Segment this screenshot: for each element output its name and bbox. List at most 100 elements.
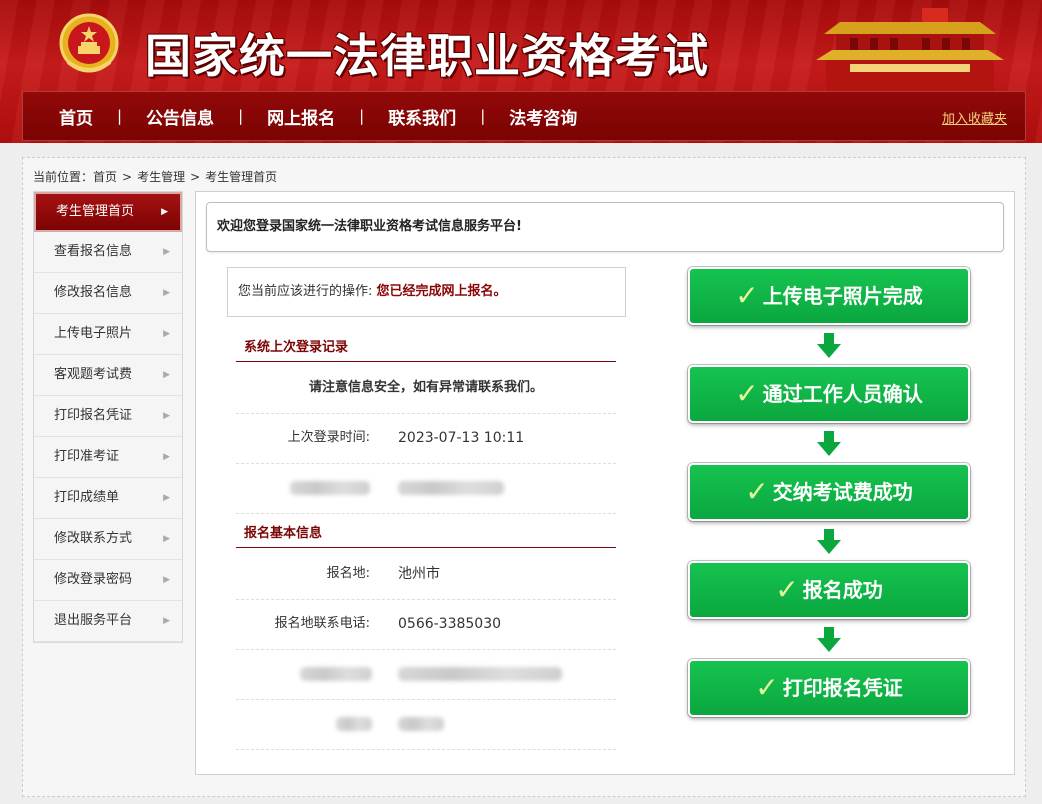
- step-label: 报名成功: [802, 578, 883, 602]
- redacted-value: [398, 717, 444, 731]
- sidebar-item-logout[interactable]: 退出服务平台 ▶: [34, 601, 182, 642]
- arrow-right-icon: ▶: [163, 452, 170, 462]
- down-arrow-icon: [817, 627, 841, 652]
- arrow-right-icon: ▶: [163, 575, 170, 585]
- registration-phone-value: 0566-3385030: [398, 616, 502, 632]
- site-header: 国家统一法律职业资格考试 首页 | 公告信息 | 网上报名 | 联系我们 | 法…: [0, 0, 1042, 143]
- nav-separator: |: [238, 107, 244, 125]
- add-to-favorites-link[interactable]: 加入收藏夹: [942, 108, 1007, 127]
- registration-place-value: 池州市: [398, 566, 440, 582]
- tiananmen-gate-image: [816, 8, 1004, 92]
- sidebar-item-print-registration-voucher[interactable]: 打印报名凭证 ▶: [34, 396, 182, 437]
- nav-announcements[interactable]: 公告信息: [146, 104, 214, 129]
- down-arrow-icon: [817, 529, 841, 554]
- step-photo-uploaded: ✓ 上传电子照片完成: [688, 267, 970, 325]
- breadcrumb-separator: >: [190, 170, 201, 184]
- nav-contact-us[interactable]: 联系我们: [388, 104, 456, 129]
- last-login-row: 上次登录时间: 2023-07-13 10:11: [236, 413, 616, 464]
- last-login-label: 上次登录时间:: [287, 430, 370, 445]
- nav-online-registration[interactable]: 网上报名: [267, 104, 335, 129]
- sidebar-item-change-password[interactable]: 修改登录密码 ▶: [34, 560, 182, 601]
- sidebar-item-label: 退出服务平台: [54, 613, 133, 628]
- registration-place-label: 报名地:: [326, 566, 370, 581]
- current-action-value: 您已经完成网上报名。: [376, 284, 507, 299]
- registration-phone-row: 报名地联系电话: 0566-3385030: [236, 599, 616, 650]
- sidebar-item-label: 打印成绩单: [54, 490, 120, 505]
- breadcrumb-current: 考生管理首页: [205, 170, 278, 184]
- welcome-banner: 欢迎您登录国家统一法律职业资格考试信息服务平台!: [206, 202, 1004, 252]
- redacted-row: [236, 463, 616, 514]
- breadcrumb: 当前位置：首页 > 考生管理 > 考生管理首页: [33, 168, 277, 185]
- sidebar-item-label: 修改报名信息: [54, 285, 133, 300]
- sidebar-item-label: 修改登录密码: [54, 572, 133, 587]
- login-record-section-title: 系统上次登录记录: [236, 336, 616, 362]
- redacted-value: [398, 667, 562, 681]
- check-icon: ✓: [745, 475, 769, 508]
- step-fee-paid: ✓ 交纳考试费成功: [688, 463, 970, 521]
- current-action-label: 您当前应该进行的操作:: [238, 284, 373, 299]
- nav-separator: |: [480, 107, 486, 125]
- sidebar-item-objective-exam-fee[interactable]: 客观题考试费 ▶: [34, 355, 182, 396]
- nav-list: 首页 | 公告信息 | 网上报名 | 联系我们 | 法考咨询: [59, 92, 577, 140]
- nav-separator: |: [359, 107, 365, 125]
- sidebar-item-print-transcript[interactable]: 打印成绩单 ▶: [34, 478, 182, 519]
- sidebar-item-label: 打印报名凭证: [54, 408, 133, 423]
- breadcrumb-candidate-management[interactable]: 考生管理: [137, 170, 185, 184]
- sidebar-item-label: 打印准考证: [54, 449, 120, 464]
- arrow-right-icon: ▶: [163, 534, 170, 544]
- breadcrumb-home[interactable]: 首页: [93, 170, 117, 184]
- sidebar-item-label: 查看报名信息: [54, 244, 133, 259]
- redacted-value: [398, 481, 504, 495]
- step-label: 通过工作人员确认: [762, 382, 923, 406]
- registration-section-title: 报名基本信息: [236, 522, 616, 548]
- arrow-right-icon: ▶: [163, 247, 170, 257]
- sidebar-item-label: 考生管理首页: [56, 204, 135, 219]
- down-arrow-icon: [817, 333, 841, 358]
- sidebar-item-upload-photo[interactable]: 上传电子照片 ▶: [34, 314, 182, 355]
- check-icon: ✓: [735, 377, 759, 410]
- breadcrumb-prefix: 当前位置：: [33, 170, 94, 184]
- redacted-label: [300, 667, 372, 681]
- registration-phone-label: 报名地联系电话:: [274, 616, 370, 631]
- arrow-right-icon: ▶: [163, 411, 170, 421]
- arrow-right-icon: ▶: [163, 370, 170, 380]
- sidebar-item-label: 修改联系方式: [54, 531, 133, 546]
- sidebar-item-candidate-home[interactable]: 考生管理首页 ▶: [34, 192, 182, 232]
- arrow-right-icon: ▶: [163, 493, 170, 503]
- redacted-row: [236, 699, 616, 750]
- sidebar-item-label: 客观题考试费: [54, 367, 133, 382]
- current-action-box: 您当前应该进行的操作: 您已经完成网上报名。: [227, 267, 626, 317]
- breadcrumb-separator: >: [122, 170, 133, 184]
- down-arrow-icon: [817, 431, 841, 456]
- security-notice: 请注意信息安全，如有异常请联系我们。: [236, 363, 616, 414]
- redacted-label: [336, 717, 372, 731]
- check-icon: ✓: [755, 671, 779, 704]
- registration-place-row: 报名地: 池州市: [236, 549, 616, 600]
- arrow-right-icon: ▶: [161, 207, 168, 217]
- sidebar-menu: 考生管理首页 ▶ 查看报名信息 ▶ 修改报名信息 ▶ 上传电子照片 ▶ 客观题考…: [33, 191, 183, 643]
- step-label: 交纳考试费成功: [772, 480, 913, 504]
- sidebar-item-view-registration[interactable]: 查看报名信息 ▶: [34, 232, 182, 273]
- sidebar-item-edit-contact[interactable]: 修改联系方式 ▶: [34, 519, 182, 560]
- redacted-row: [236, 649, 616, 700]
- arrow-right-icon: ▶: [163, 288, 170, 298]
- step-print-voucher[interactable]: ✓ 打印报名凭证: [688, 659, 970, 717]
- redacted-label: [290, 481, 370, 495]
- step-registration-success: ✓ 报名成功: [688, 561, 970, 619]
- nav-exam-consulting[interactable]: 法考咨询: [509, 104, 577, 129]
- arrow-right-icon: ▶: [163, 616, 170, 626]
- last-login-value: 2023-07-13 10:11: [398, 430, 525, 446]
- site-title: 国家统一法律职业资格考试: [145, 29, 709, 83]
- nav-home[interactable]: 首页: [59, 104, 93, 129]
- check-icon: ✓: [775, 573, 799, 606]
- step-label: 打印报名凭证: [782, 676, 903, 700]
- step-staff-confirmed: ✓ 通过工作人员确认: [688, 365, 970, 423]
- sidebar-item-print-admission-ticket[interactable]: 打印准考证 ▶: [34, 437, 182, 478]
- sidebar-item-edit-registration[interactable]: 修改报名信息 ▶: [34, 273, 182, 314]
- sidebar-item-label: 上传电子照片: [54, 326, 133, 341]
- main-navbar: 首页 | 公告信息 | 网上报名 | 联系我们 | 法考咨询 加入收藏夹: [22, 91, 1026, 141]
- step-label: 上传电子照片完成: [762, 284, 923, 308]
- national-emblem-icon: [59, 13, 119, 73]
- check-icon: ✓: [735, 279, 759, 312]
- nav-separator: |: [117, 107, 123, 125]
